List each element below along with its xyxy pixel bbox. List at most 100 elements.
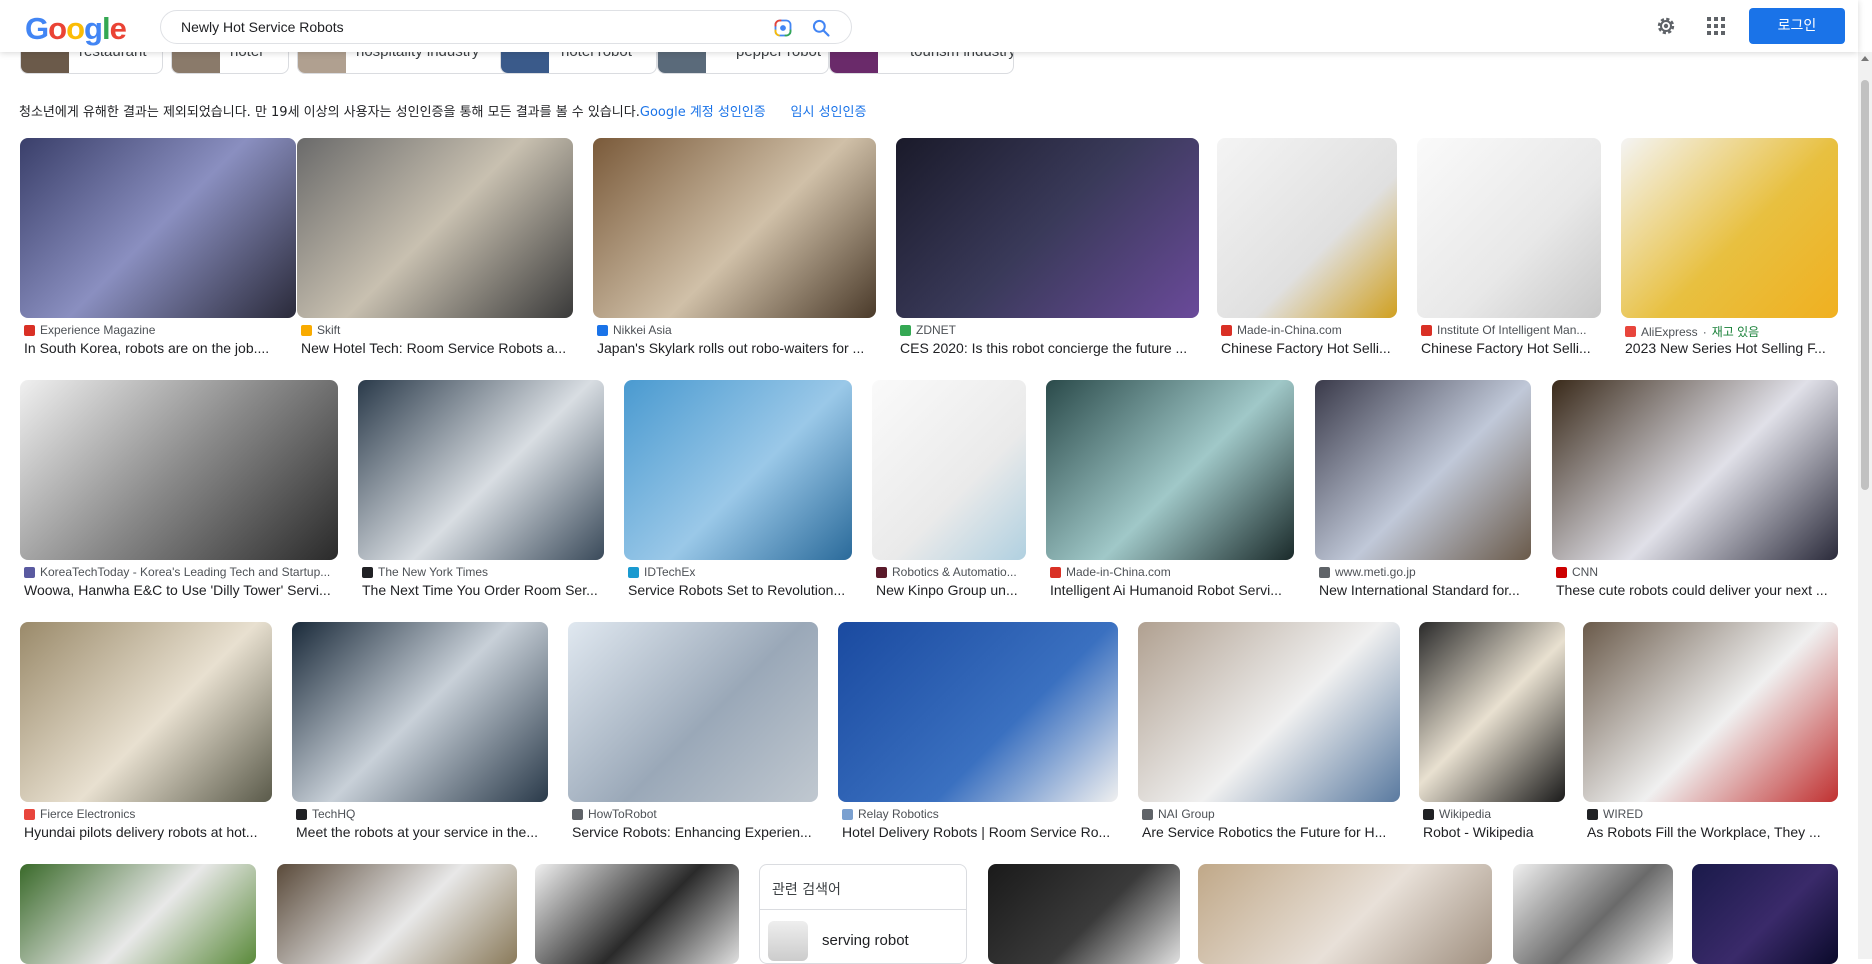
account-verification-link[interactable]: Google 계정 성인인증 [640,105,766,120]
result-source[interactable]: Relay Robotics [842,807,1116,821]
result-thumbnail[interactable] [1583,622,1838,802]
source-name: CNN [1572,565,1598,579]
result-thumbnail[interactable] [292,622,548,802]
result-thumbnail[interactable] [568,622,818,802]
result-source[interactable]: Institute Of Intelligent Man... [1421,323,1599,337]
login-button[interactable]: 로그인 [1749,8,1845,44]
result-thumbnail[interactable] [20,380,338,560]
scrollbar[interactable] [1858,52,1872,959]
related-searches-card[interactable]: 관련 검색어 serving robot [759,864,967,964]
result-title[interactable]: CES 2020: Is this robot concierge the fu… [900,340,1197,356]
result-title[interactable]: Service Robots: Enhancing Experien... [572,824,816,840]
result-source[interactable]: Experience Magazine [24,323,294,337]
result-source[interactable]: Wikipedia [1423,807,1563,821]
source-name: IDTechEx [644,565,696,579]
search-input[interactable] [181,11,741,43]
favicon-icon [301,324,312,336]
result-thumbnail[interactable] [1046,380,1294,560]
result-source[interactable]: Fierce Electronics [24,807,270,821]
scroll-up-arrow-icon[interactable] [1861,56,1869,61]
result-source[interactable]: www.meti.go.jp [1319,565,1529,579]
result-source[interactable]: AliExpress · 재고 있음 [1625,323,1836,340]
result-source[interactable]: NAI Group [1142,807,1398,821]
result-source[interactable]: WIRED [1587,807,1836,821]
result-thumbnail[interactable] [1419,622,1565,802]
result-title[interactable]: As Robots Fill the Workplace, They ... [1587,824,1836,840]
result-title[interactable]: Hotel Delivery Robots | Room Service Ro.… [842,824,1116,840]
result-thumbnail[interactable] [20,138,296,318]
result-thumbnail[interactable] [20,864,256,964]
favicon-icon [1587,808,1598,820]
safesearch-notice: 청소년에게 유해한 결과는 제외되었습니다. 만 19세 이상의 사용자는 성인… [19,101,866,120]
related-searches-title: 관련 검색어 [772,882,841,898]
result-title[interactable]: 2023 New Series Hot Selling F... [1625,340,1836,356]
result-source[interactable]: IDTechEx [628,565,850,579]
result-title[interactable]: Chinese Factory Hot Selli... [1221,340,1395,356]
result-source[interactable]: CNN [1556,565,1836,579]
related-search-item[interactable]: serving robot [822,932,909,949]
result-source[interactable]: ZDNET [900,323,1197,337]
result-title[interactable]: Japan's Skylark rolls out robo-waiters f… [597,340,874,356]
result-title[interactable]: New Kinpo Group un... [876,582,1024,598]
source-name: The New York Times [378,565,489,579]
result-title[interactable]: Are Service Robotics the Future for H... [1142,824,1398,840]
temp-verification-link[interactable]: 임시 성인인증 [791,105,867,120]
result-thumbnail[interactable] [624,380,852,560]
result-title[interactable]: These cute robots could deliver your nex… [1556,582,1836,598]
source-name: Institute Of Intelligent Man... [1437,323,1587,337]
related-thumbnail [768,921,808,961]
apps-grid-icon[interactable] [1706,16,1726,36]
result-title[interactable]: Chinese Factory Hot Selli... [1421,340,1599,356]
result-thumbnail[interactable] [535,864,739,964]
result-source[interactable]: Made-in-China.com [1050,565,1292,579]
result-thumbnail[interactable] [593,138,876,318]
result-thumbnail[interactable] [20,622,272,802]
result-thumbnail[interactable] [1621,138,1838,318]
result-thumbnail[interactable] [1552,380,1838,560]
result-thumbnail[interactable] [277,864,517,964]
result-source[interactable]: Nikkei Asia [597,323,874,337]
result-thumbnail[interactable] [297,138,573,318]
result-thumbnail[interactable] [1513,864,1673,964]
notice-text: 청소년에게 유해한 결과는 제외되었습니다. 만 19세 이상의 사용자는 성인… [19,105,640,120]
result-thumbnail[interactable] [1217,138,1397,318]
result-source[interactable]: Robotics & Automatio... [876,565,1024,579]
google-logo[interactable]: Google [25,11,127,47]
result-title[interactable]: Woowa, Hanwha E&C to Use 'Dilly Tower' S… [24,582,336,598]
result-title[interactable]: Hyundai pilots delivery robots at hot... [24,824,270,840]
result-title[interactable]: Service Robots Set to Revolution... [628,582,850,598]
result-thumbnail[interactable] [1315,380,1531,560]
result-thumbnail[interactable] [1138,622,1400,802]
result-thumbnail[interactable] [872,380,1026,560]
result-title[interactable]: Intelligent Ai Humanoid Robot Servi... [1050,582,1292,598]
result-title[interactable]: In South Korea, robots are on the job...… [24,340,294,356]
result-thumbnail[interactable] [838,622,1118,802]
result-title[interactable]: New International Standard for... [1319,582,1529,598]
result-source[interactable]: TechHQ [296,807,546,821]
favicon-icon [24,808,35,820]
gear-icon[interactable] [1654,14,1678,38]
search-icon[interactable] [811,18,831,38]
result-thumbnail[interactable] [1692,864,1838,964]
source-name: Fierce Electronics [40,807,136,821]
result-title[interactable]: The Next Time You Order Room Ser... [362,582,602,598]
favicon-icon [362,566,373,578]
google-lens-icon[interactable] [773,18,793,38]
favicon-icon [24,566,35,578]
top-header: Google 로그인 [0,0,1858,52]
scroll-thumb[interactable] [1861,80,1869,490]
result-source[interactable]: KoreaTechToday - Korea's Leading Tech an… [24,565,336,579]
result-thumbnail[interactable] [1417,138,1601,318]
result-thumbnail[interactable] [896,138,1199,318]
result-source[interactable]: The New York Times [362,565,602,579]
result-title[interactable]: New Hotel Tech: Room Service Robots a... [301,340,571,356]
result-source[interactable]: HowToRobot [572,807,816,821]
result-thumbnail[interactable] [988,864,1180,964]
result-source[interactable]: Made-in-China.com [1221,323,1395,337]
result-title[interactable]: Meet the robots at your service in the..… [296,824,546,840]
result-thumbnail[interactable] [1198,864,1492,964]
favicon-icon [296,808,307,820]
result-source[interactable]: Skift [301,323,571,337]
result-thumbnail[interactable] [358,380,604,560]
result-title[interactable]: Robot - Wikipedia [1423,824,1563,840]
